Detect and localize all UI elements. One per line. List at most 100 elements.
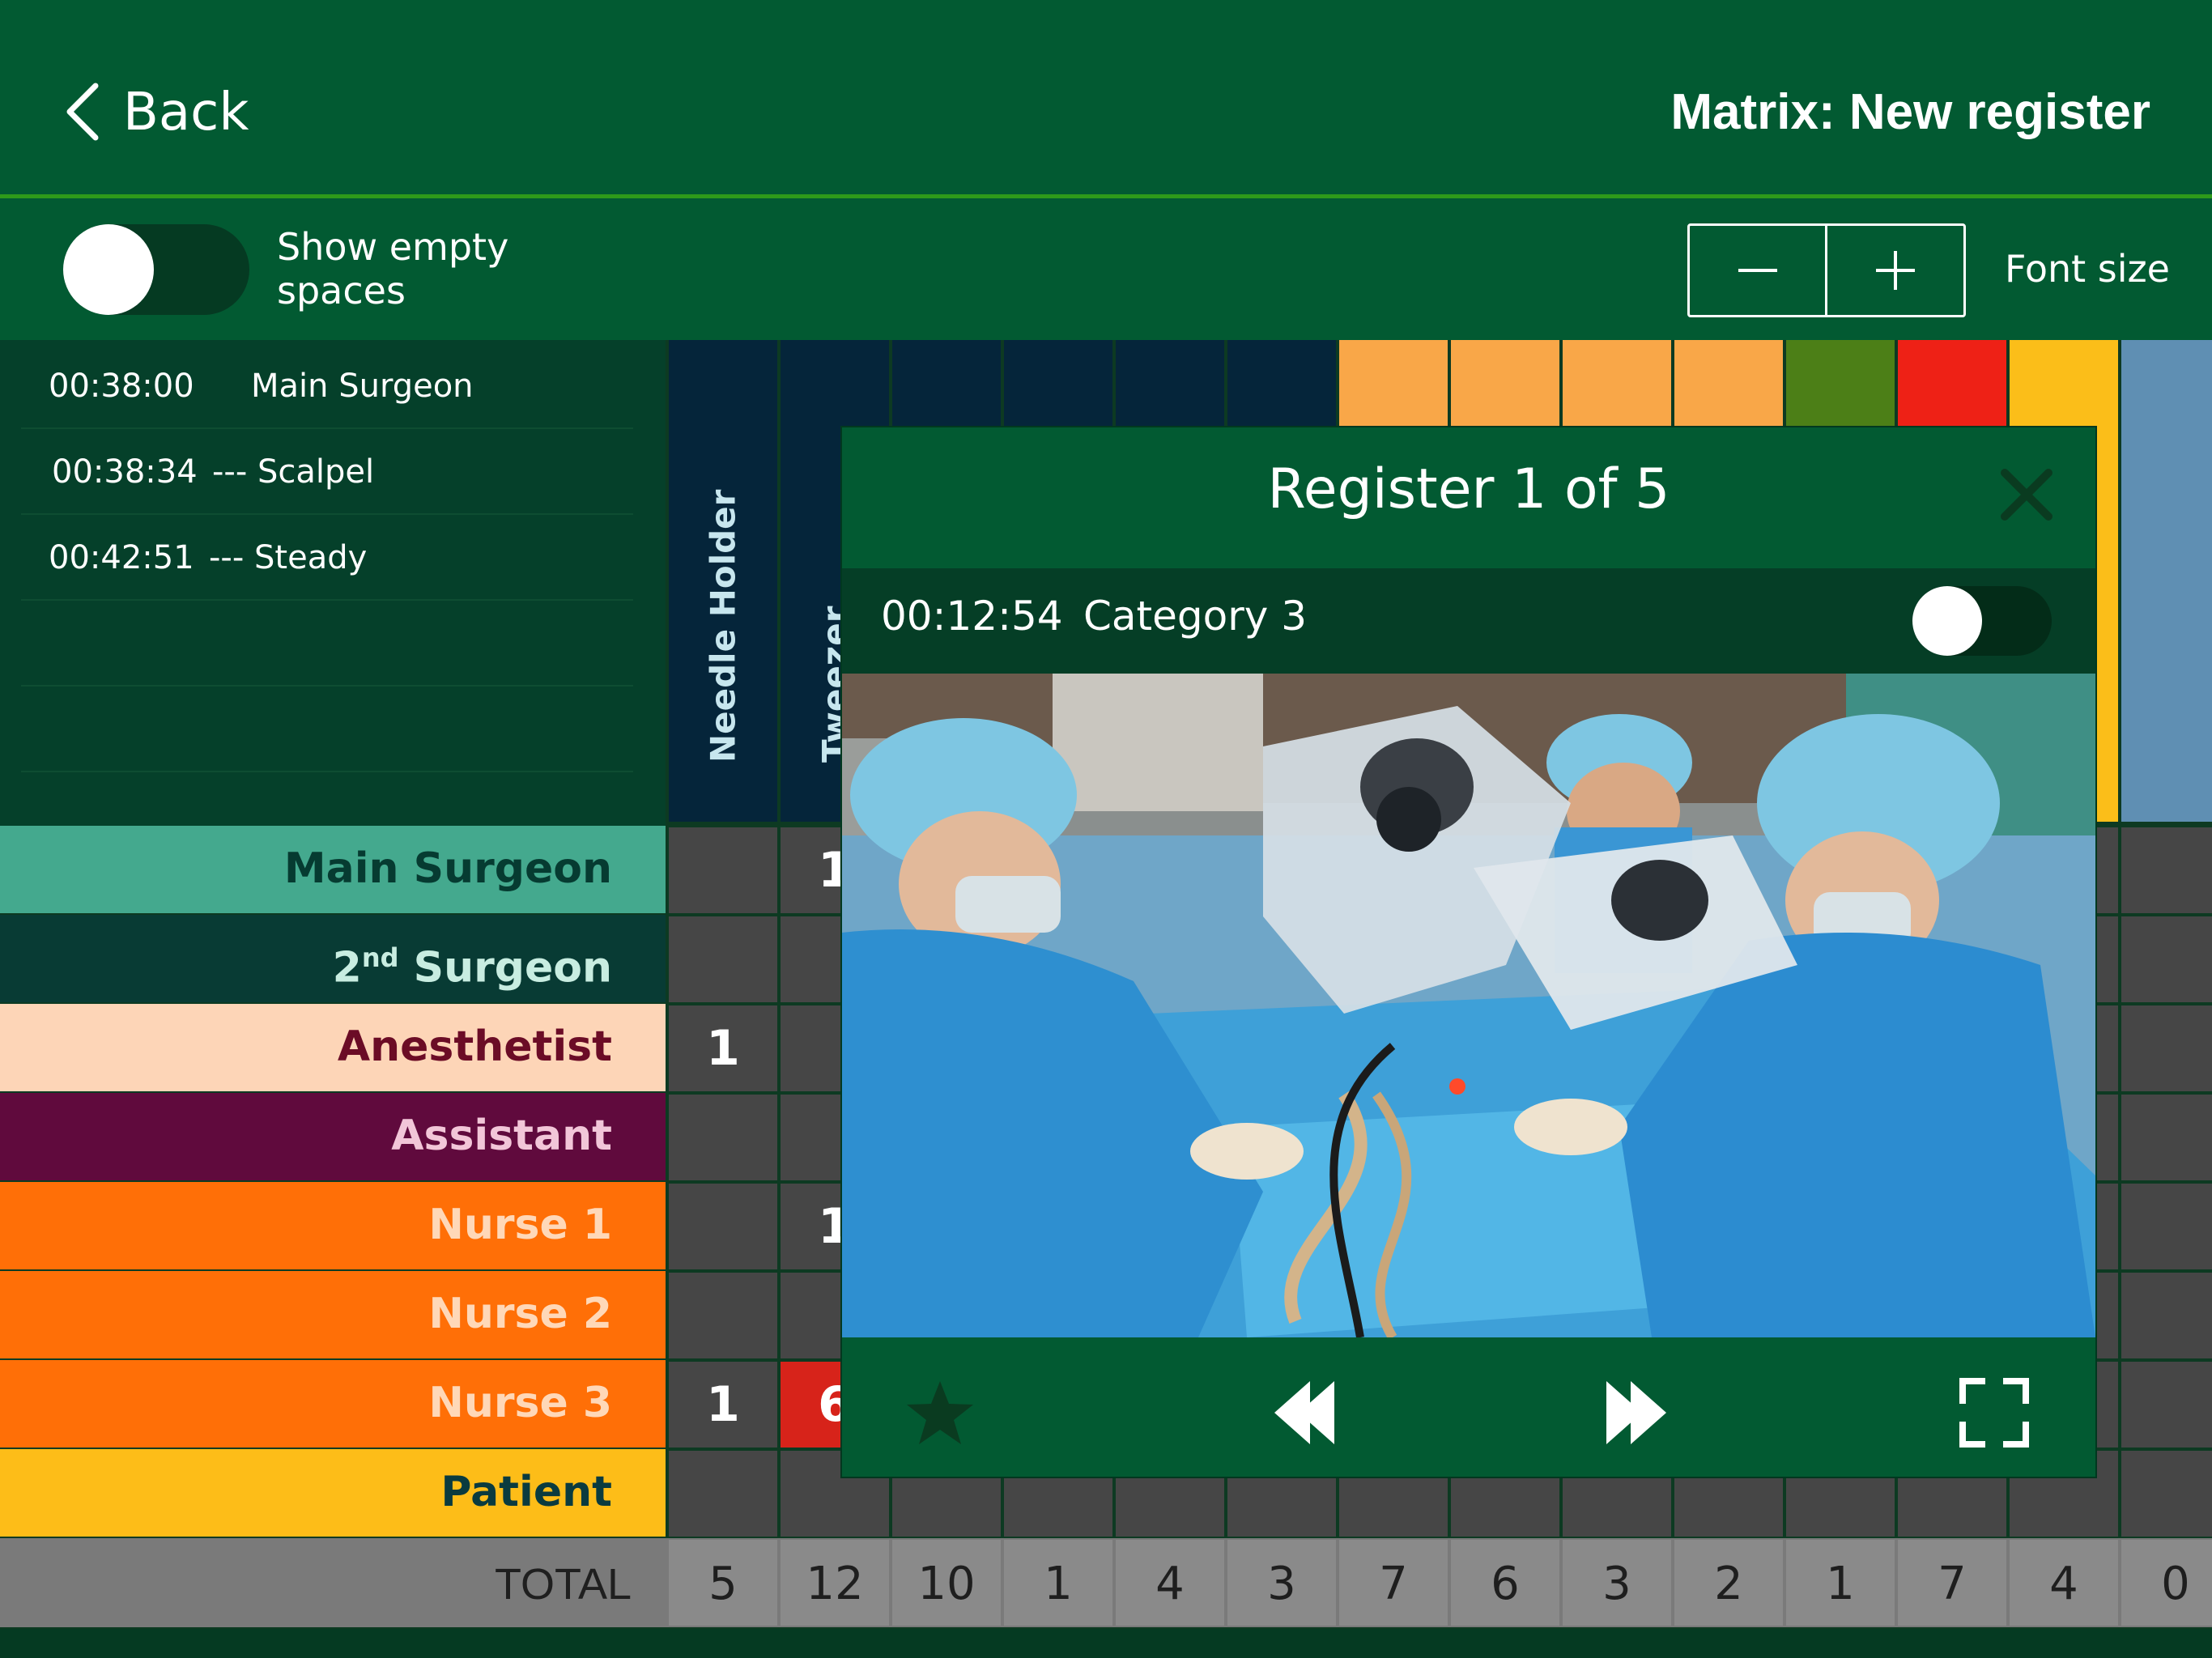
close-icon[interactable]	[1998, 466, 2055, 523]
total-value: 10	[917, 1558, 976, 1610]
modal-controls	[842, 1337, 2095, 1477]
bottom-bar	[0, 1629, 2212, 1658]
column-header[interactable]: Needle Holder	[669, 340, 777, 822]
total-cell: 3	[1563, 1540, 1671, 1626]
total-cell: 4	[2010, 1540, 2118, 1626]
grid-cell[interactable]	[2121, 1273, 2212, 1358]
role-row-nurse3[interactable]: Nurse 3	[0, 1360, 666, 1448]
grid-cell[interactable]	[2121, 916, 2212, 1002]
toggle-label: Show empty spaces	[277, 225, 520, 312]
font-increase-button[interactable]	[1827, 226, 1963, 315]
role-label: Nurse 2	[428, 1290, 612, 1338]
role-label: 2nd Surgeon	[333, 931, 612, 994]
column-header-label: Needle Holder	[703, 489, 743, 763]
log-item-empty	[21, 687, 633, 772]
modal-title: Register 1 of 5	[1267, 457, 1670, 521]
total-cell: 1	[1004, 1540, 1112, 1626]
grid-cell[interactable]	[669, 1273, 777, 1358]
chevron-left-icon[interactable]	[63, 81, 102, 142]
grid-cell[interactable]	[669, 1184, 777, 1269]
total-value: 5	[708, 1558, 738, 1610]
grid-cell[interactable]: 1	[669, 1005, 777, 1091]
total-value: 12	[806, 1558, 864, 1610]
log-text: Main Surgeon	[251, 368, 474, 405]
role-row-second_surgeon[interactable]: 2nd Surgeon	[0, 915, 666, 1002]
grid-cell[interactable]: 1	[669, 1362, 777, 1448]
role-label: Patient	[440, 1468, 612, 1516]
cell-value: 1	[706, 1020, 740, 1077]
total-value: 1	[1826, 1558, 1855, 1610]
fullscreen-icon[interactable]	[1958, 1376, 2031, 1449]
total-value: 3	[1602, 1558, 1631, 1610]
log-text: --- Scalpel	[212, 453, 375, 491]
total-value: 6	[1491, 1558, 1520, 1610]
total-cell: 4	[1116, 1540, 1224, 1626]
role-label-suffix: nd	[361, 942, 399, 973]
role-row-nurse2[interactable]: Nurse 2	[0, 1271, 666, 1358]
page-title: Matrix: New register	[1670, 84, 2150, 140]
total-label: TOTAL	[494, 1560, 632, 1609]
total-cell: 1	[1786, 1540, 1895, 1626]
modal-toggle-knob[interactable]	[1912, 586, 1982, 656]
total-cell: 3	[1227, 1540, 1336, 1626]
total-value: 2	[1714, 1558, 1743, 1610]
total-cell: 7	[1898, 1540, 2006, 1626]
modal-category: Category 3	[1083, 593, 1308, 640]
toggle-label-line2: spaces	[277, 269, 406, 312]
role-label: Assistant	[391, 1112, 612, 1160]
log-time: 00:38:00	[49, 368, 194, 405]
toggle-knob[interactable]	[63, 224, 154, 315]
total-cell: 10	[892, 1540, 1001, 1626]
role-row-assistant[interactable]: Assistant	[0, 1093, 666, 1180]
back-button[interactable]: Back	[123, 81, 249, 144]
log-item[interactable]: 00:42:51 --- Steady	[21, 515, 633, 601]
log-item-empty	[21, 601, 633, 687]
role-label: Nurse 1	[428, 1201, 612, 1249]
role-row-main_surgeon[interactable]: Main Surgeon	[0, 826, 666, 913]
role-label: Nurse 3	[428, 1379, 612, 1427]
column-header[interactable]	[2121, 340, 2212, 822]
grid-cell[interactable]	[2121, 1005, 2212, 1091]
total-value: 7	[1938, 1558, 1967, 1610]
fast-forward-icon[interactable]	[1600, 1376, 1673, 1449]
log-item[interactable]: 00:38:00 Main Surgeon	[21, 343, 633, 429]
total-value: 0	[2161, 1558, 2190, 1610]
total-cell: 2	[1674, 1540, 1783, 1626]
role-label: Main Surgeon	[283, 844, 612, 893]
grid-cell[interactable]	[2121, 1362, 2212, 1448]
grid-cell[interactable]	[669, 1451, 777, 1537]
cell-value: 1	[706, 1376, 740, 1433]
role-label-text: Surgeon	[398, 943, 612, 993]
surgery-photo	[842, 674, 2095, 1337]
total-value: 4	[1155, 1558, 1185, 1610]
grid-cell[interactable]	[669, 827, 777, 913]
role-label-ordinal: 2	[332, 943, 362, 993]
role-row-anesthetist[interactable]: Anesthetist	[0, 1004, 666, 1091]
toggle-label-line1: Show empty	[277, 225, 509, 269]
font-size-label: Font size	[2005, 247, 2170, 291]
grid-cell[interactable]	[2121, 1095, 2212, 1180]
grid-cell[interactable]	[2121, 1451, 2212, 1537]
grid-cell[interactable]	[2121, 1184, 2212, 1269]
log-time: 00:42:51	[49, 539, 194, 576]
star-icon[interactable]	[904, 1376, 976, 1449]
log-time: 00:38:34	[52, 453, 198, 491]
total-cell: 6	[1451, 1540, 1559, 1626]
rewind-icon[interactable]	[1268, 1376, 1341, 1449]
total-value: 1	[1044, 1558, 1073, 1610]
grid-cell[interactable]	[2121, 827, 2212, 913]
total-cell: 7	[1339, 1540, 1448, 1626]
total-value: 3	[1267, 1558, 1296, 1610]
font-decrease-button[interactable]	[1690, 226, 1826, 315]
total-cell: 0	[2121, 1540, 2212, 1626]
role-row-nurse1[interactable]: Nurse 1	[0, 1182, 666, 1269]
modal-time: 00:12:54	[881, 593, 1063, 640]
log-item[interactable]: 00:38:34 --- Scalpel	[21, 429, 633, 515]
grid-cell[interactable]	[669, 916, 777, 1002]
total-value: 4	[2049, 1558, 2078, 1610]
grid-cell[interactable]	[669, 1095, 777, 1180]
log-text: --- Steady	[209, 539, 368, 576]
total-value: 7	[1379, 1558, 1408, 1610]
role-row-patient[interactable]: Patient	[0, 1449, 666, 1537]
role-label: Anesthetist	[337, 1022, 612, 1071]
